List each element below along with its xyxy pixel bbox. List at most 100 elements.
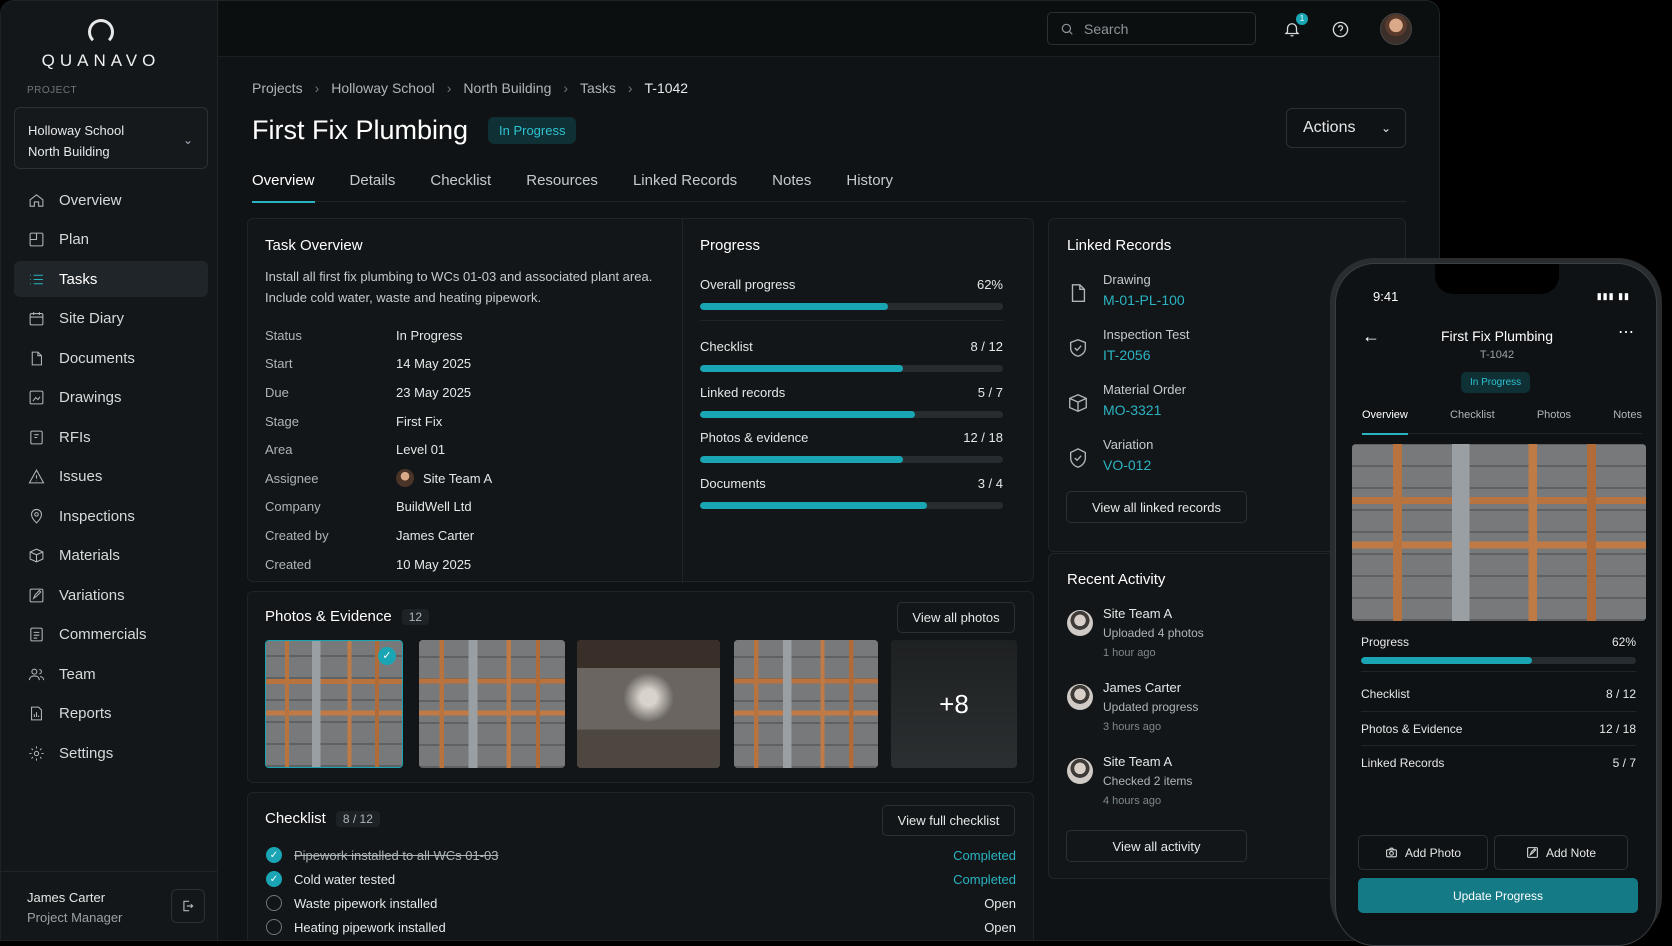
photo-thumbnail[interactable] — [577, 640, 720, 768]
checkbox-empty-icon[interactable] — [266, 895, 282, 911]
view-full-checklist-button[interactable]: View full checklist — [882, 805, 1015, 836]
mobile-tab-notes[interactable]: Notes — [1613, 404, 1642, 434]
sidebar-item-overview[interactable]: Overview — [14, 182, 208, 218]
field-value: In Progress — [396, 327, 463, 343]
plan-icon — [27, 231, 45, 249]
actions-button[interactable]: Actions ⌄ — [1286, 108, 1406, 148]
field-value: Level 01 — [396, 442, 446, 458]
view-all-linked-records-button[interactable]: View all linked records — [1066, 491, 1247, 523]
field-row: Assignee Site Team A — [265, 464, 665, 493]
sidebar-item-site-diary[interactable]: Site Diary — [14, 301, 208, 337]
breadcrumb-building[interactable]: North Building — [463, 80, 551, 96]
checkbox-checked-icon[interactable]: ✓ — [266, 847, 282, 863]
sidebar-item-plan[interactable]: Plan — [14, 222, 208, 258]
mobile-tab-overview[interactable]: Overview — [1362, 404, 1408, 435]
sidebar-item-label: Variations — [59, 586, 125, 604]
record-link[interactable]: M-01-PL-100 — [1103, 292, 1185, 308]
view-all-photos-button[interactable]: View all photos — [897, 602, 1015, 633]
photos-header: Photos & Evidence 12 — [265, 608, 430, 626]
field-row: Company BuildWell Ltd — [265, 493, 665, 522]
tab-overview[interactable]: Overview — [252, 161, 315, 203]
sidebar-item-team[interactable]: Team — [14, 656, 208, 692]
warning-icon — [27, 468, 45, 486]
mobile-title: First Fix Plumbing — [1440, 328, 1554, 344]
avatar — [1067, 684, 1093, 710]
record-link[interactable]: VO-012 — [1103, 457, 1151, 473]
tab-linked-records[interactable]: Linked Records — [633, 161, 737, 202]
breadcrumb-tasks[interactable]: Tasks — [580, 80, 616, 96]
tab-resources[interactable]: Resources — [526, 161, 598, 202]
activity-user: James Carter — [1103, 680, 1182, 695]
sidebar-item-label: RFIs — [59, 428, 91, 446]
checklist-item[interactable]: ✓ Cold water tested Completed — [266, 869, 1016, 889]
sidebar-item-reports[interactable]: Reports — [14, 696, 208, 732]
mobile-tab-photos[interactable]: Photos — [1537, 404, 1571, 434]
sidebar-item-label: Team — [59, 665, 96, 683]
actions-label: Actions — [1303, 119, 1356, 136]
sidebar-item-documents[interactable]: Documents — [14, 340, 208, 376]
sidebar-item-materials[interactable]: Materials — [14, 538, 208, 574]
update-progress-button[interactable]: Update Progress — [1358, 878, 1638, 913]
record-link[interactable]: MO-3321 — [1103, 402, 1161, 418]
sidebar-item-label: Drawings — [59, 389, 122, 406]
tab-history[interactable]: History — [846, 161, 893, 202]
mobile-photo[interactable] — [1352, 444, 1646, 621]
avatar[interactable] — [1380, 13, 1412, 45]
sidebar-item-variations[interactable]: Variations — [14, 577, 208, 613]
tab-notes[interactable]: Notes — [772, 161, 811, 202]
mobile-progress-label: Progress — [1361, 635, 1410, 649]
help-button[interactable] — [1328, 17, 1352, 41]
notifications-button[interactable]: 1 — [1280, 13, 1308, 41]
more-photos-thumbnail[interactable]: +8 — [891, 640, 1017, 768]
sidebar-item-tasks[interactable]: Tasks — [14, 261, 208, 297]
divider — [1361, 671, 1636, 672]
logo[interactable]: QUANAVO — [1, 19, 201, 71]
sidebar-item-commercials[interactable]: Commercials — [14, 617, 208, 653]
photo-thumbnail[interactable] — [419, 640, 565, 768]
project-selector[interactable]: Holloway School North Building ⌄ — [14, 107, 208, 169]
checklist-item[interactable]: Waste pipework installed Open — [266, 893, 1016, 913]
add-photo-button[interactable]: Add Photo — [1358, 835, 1488, 870]
photo-thumbnail[interactable]: ✓ — [265, 640, 403, 768]
progress-bar — [700, 303, 1003, 310]
checkbox-checked-icon[interactable]: ✓ — [266, 871, 282, 887]
mobile-stat-row: Photos & Evidence 12 / 18 — [1361, 722, 1636, 736]
progress-value: 8 / 12 — [970, 339, 1003, 354]
field-row: Due 23 May 2025 — [265, 378, 665, 407]
view-all-activity-button[interactable]: View all activity — [1066, 830, 1247, 862]
field-value: Site Team A — [396, 469, 492, 488]
checkbox-empty-icon[interactable] — [266, 919, 282, 935]
checklist-status: Completed — [953, 871, 1016, 887]
mobile-tab-checklist[interactable]: Checklist — [1450, 404, 1495, 434]
sidebar-item-label: Issues — [59, 468, 103, 485]
activity-user: Site Team A — [1103, 754, 1173, 769]
sidebar-item-settings[interactable]: Settings — [14, 735, 208, 771]
progress-fill — [700, 365, 903, 372]
checklist-heading: Checklist — [265, 810, 326, 827]
more-photos-count: +8 — [891, 640, 1017, 768]
logout-button[interactable] — [171, 889, 205, 923]
more-icon[interactable]: ⋯ — [1618, 322, 1634, 342]
sidebar-item-label: Tasks — [59, 270, 98, 288]
search-input[interactable]: Search — [1047, 12, 1256, 45]
breadcrumb-projects[interactable]: Projects — [252, 80, 303, 96]
add-note-button[interactable]: Add Note — [1494, 835, 1628, 870]
record-link[interactable]: IT-2056 — [1103, 347, 1150, 363]
photo-thumbnail[interactable] — [734, 640, 878, 768]
field-key: Due — [265, 384, 289, 400]
avatar — [1067, 758, 1093, 784]
sidebar-item-rfis[interactable]: RFIs — [14, 419, 208, 455]
mobile-stat-row: Linked Records 5 / 7 — [1361, 756, 1636, 770]
tab-details[interactable]: Details — [350, 161, 396, 202]
checklist-item[interactable]: ✓ Pipework installed to all WCs 01-03 Comp… — [266, 845, 1016, 865]
sidebar-item-drawings[interactable]: Drawings — [14, 380, 208, 416]
field-row: Area Level 01 — [265, 435, 665, 464]
mobile-screen: 9:41 ▮▮▮ ▮▮ ← First Fix Plumbing T-1042 … — [1335, 263, 1657, 946]
tab-checklist[interactable]: Checklist — [430, 161, 491, 202]
task-fields: Status In Progress Start 14 May 2025 Due 23… — [265, 321, 665, 578]
breadcrumb-school[interactable]: Holloway School — [331, 80, 435, 96]
sidebar-item-issues[interactable]: Issues — [14, 459, 208, 495]
checklist-item[interactable]: Heating pipework installed Open — [266, 917, 1016, 937]
field-key: Created — [265, 556, 312, 572]
sidebar-item-inspections[interactable]: Inspections — [14, 498, 208, 534]
